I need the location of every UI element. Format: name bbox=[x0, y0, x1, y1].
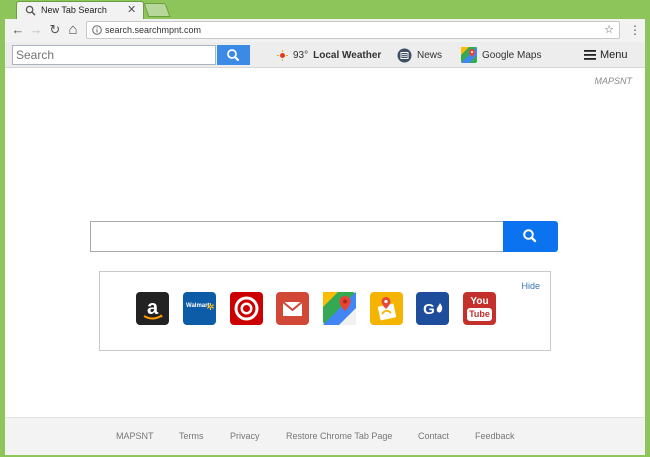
toolbar-search-button[interactable] bbox=[217, 45, 250, 65]
close-icon[interactable]: ✕ bbox=[127, 3, 136, 17]
search-icon bbox=[523, 229, 537, 243]
maps-label: Google Maps bbox=[482, 49, 542, 61]
back-arrow-icon[interactable]: ← bbox=[9, 21, 27, 39]
address-bar[interactable]: search.searchmpnt.com ☆ bbox=[86, 21, 620, 39]
directions-shortcut[interactable] bbox=[370, 292, 403, 325]
news-label: News bbox=[417, 49, 443, 61]
tab-strip: New Tab Search ✕ bbox=[0, 0, 650, 19]
page-footer: MAPSNT Terms Privacy Restore Chrome Tab … bbox=[5, 417, 645, 455]
url-text: search.searchmpnt.com bbox=[105, 25, 202, 35]
hamburger-icon bbox=[584, 50, 596, 60]
page-content: 93° Local Weather News Google Maps bbox=[5, 42, 645, 455]
brand-logo: MAPSNT bbox=[594, 76, 632, 86]
weather-label: Local Weather bbox=[313, 49, 382, 61]
directions-icon bbox=[377, 297, 397, 321]
shortcuts-panel: Hide a Walmart G You Tube bbox=[99, 271, 551, 351]
more-vert-icon[interactable]: ⋮ bbox=[629, 21, 641, 39]
news-link[interactable]: News bbox=[397, 47, 442, 63]
search-icon bbox=[25, 5, 36, 16]
newspaper-icon bbox=[397, 48, 412, 62]
google-maps-icon bbox=[323, 292, 356, 325]
target-icon bbox=[234, 296, 259, 321]
toolbar-search-input[interactable] bbox=[12, 45, 216, 65]
google-maps-link[interactable]: Google Maps bbox=[461, 47, 541, 63]
main-search-input[interactable] bbox=[90, 221, 503, 252]
home-icon[interactable]: ⌂ bbox=[64, 21, 82, 39]
main-search-button[interactable] bbox=[503, 221, 558, 252]
forward-arrow-icon[interactable]: → bbox=[27, 21, 45, 39]
tab-title: New Tab Search bbox=[41, 5, 107, 15]
youtube-shortcut[interactable]: You Tube bbox=[463, 292, 496, 325]
weather-widget[interactable]: 93° Local Weather bbox=[277, 47, 381, 63]
info-icon[interactable] bbox=[92, 25, 102, 35]
menu-button[interactable]: Menu bbox=[584, 47, 628, 63]
footer-link-terms[interactable]: Terms bbox=[179, 431, 204, 441]
google-maps-shortcut[interactable] bbox=[323, 292, 356, 325]
weather-temperature: 93° bbox=[293, 49, 309, 61]
star-icon[interactable]: ☆ bbox=[604, 23, 614, 37]
walmart-shortcut[interactable]: Walmart bbox=[183, 292, 216, 325]
footer-link-feedback[interactable]: Feedback bbox=[475, 431, 515, 441]
browser-toolbar: ← → ↻ ⌂ search.searchmpnt.com ☆ ⋮ bbox=[5, 19, 645, 42]
search-icon bbox=[227, 49, 240, 62]
gas-flame-icon: G bbox=[423, 301, 443, 318]
menu-label: Menu bbox=[600, 49, 628, 61]
extension-toolbar: 93° Local Weather News Google Maps bbox=[5, 42, 645, 68]
new-tab-button[interactable] bbox=[143, 3, 171, 17]
walmart-wordmark: Walmart bbox=[186, 303, 210, 309]
footer-link-mapsnt[interactable]: MAPSNT bbox=[116, 431, 154, 441]
footer-link-contact[interactable]: Contact bbox=[418, 431, 449, 441]
target-shortcut[interactable] bbox=[230, 292, 263, 325]
hide-shortcuts-link[interactable]: Hide bbox=[521, 281, 540, 291]
gmail-shortcut[interactable] bbox=[276, 292, 309, 325]
footer-link-restore-tab[interactable]: Restore Chrome Tab Page bbox=[286, 431, 392, 441]
youtube-wordmark-bottom: Tube bbox=[467, 308, 492, 321]
mail-icon bbox=[282, 301, 303, 316]
svg-text:G: G bbox=[423, 301, 435, 318]
gas-prices-shortcut[interactable]: G bbox=[416, 292, 449, 325]
svg-text:a: a bbox=[147, 297, 159, 319]
footer-link-privacy[interactable]: Privacy bbox=[230, 431, 260, 441]
browser-tab[interactable]: New Tab Search ✕ bbox=[16, 1, 144, 19]
youtube-wordmark-top: You bbox=[470, 296, 489, 307]
amazon-shortcut[interactable]: a bbox=[136, 292, 169, 325]
reload-icon[interactable]: ↻ bbox=[46, 21, 64, 39]
google-maps-icon bbox=[461, 47, 477, 63]
sun-icon bbox=[277, 49, 288, 61]
amazon-icon: a bbox=[143, 297, 163, 320]
spark-icon bbox=[207, 303, 214, 310]
